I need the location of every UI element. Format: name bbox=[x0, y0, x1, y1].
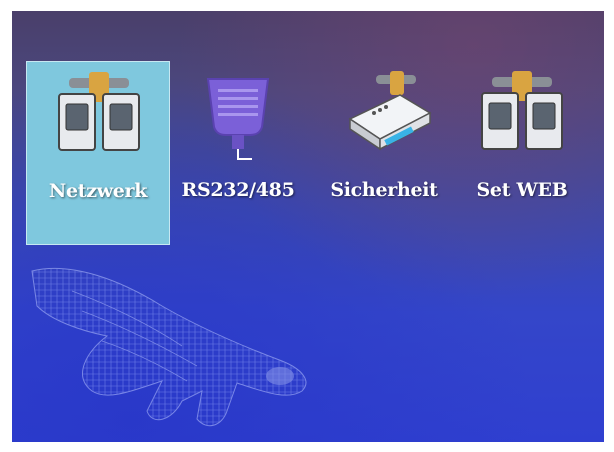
hand-wireframe-background bbox=[31, 267, 307, 427]
menu-item-sicherheit[interactable]: Sicherheit bbox=[312, 61, 456, 245]
menu-label: RS232/485 bbox=[181, 179, 295, 201]
menu-item-rs232-485[interactable]: RS232/485 bbox=[166, 61, 310, 245]
menu-label: Sicherheit bbox=[330, 179, 438, 201]
lcd-display: Netzwerk RS232/485 Sicherheit Set WEB bbox=[12, 11, 604, 442]
menu-item-netzwerk[interactable]: Netzwerk bbox=[26, 61, 170, 245]
device-screen-frame: Netzwerk RS232/485 Sicherheit Set WEB bbox=[0, 0, 614, 452]
menu-label: Netzwerk bbox=[48, 180, 148, 202]
serial-port-icon bbox=[206, 78, 270, 160]
menu-item-set-web[interactable]: Set WEB bbox=[450, 61, 594, 245]
security-device-icon bbox=[348, 71, 432, 151]
menu-label: Set WEB bbox=[476, 179, 568, 201]
web-network-icon bbox=[481, 71, 563, 150]
network-icon bbox=[58, 72, 140, 151]
